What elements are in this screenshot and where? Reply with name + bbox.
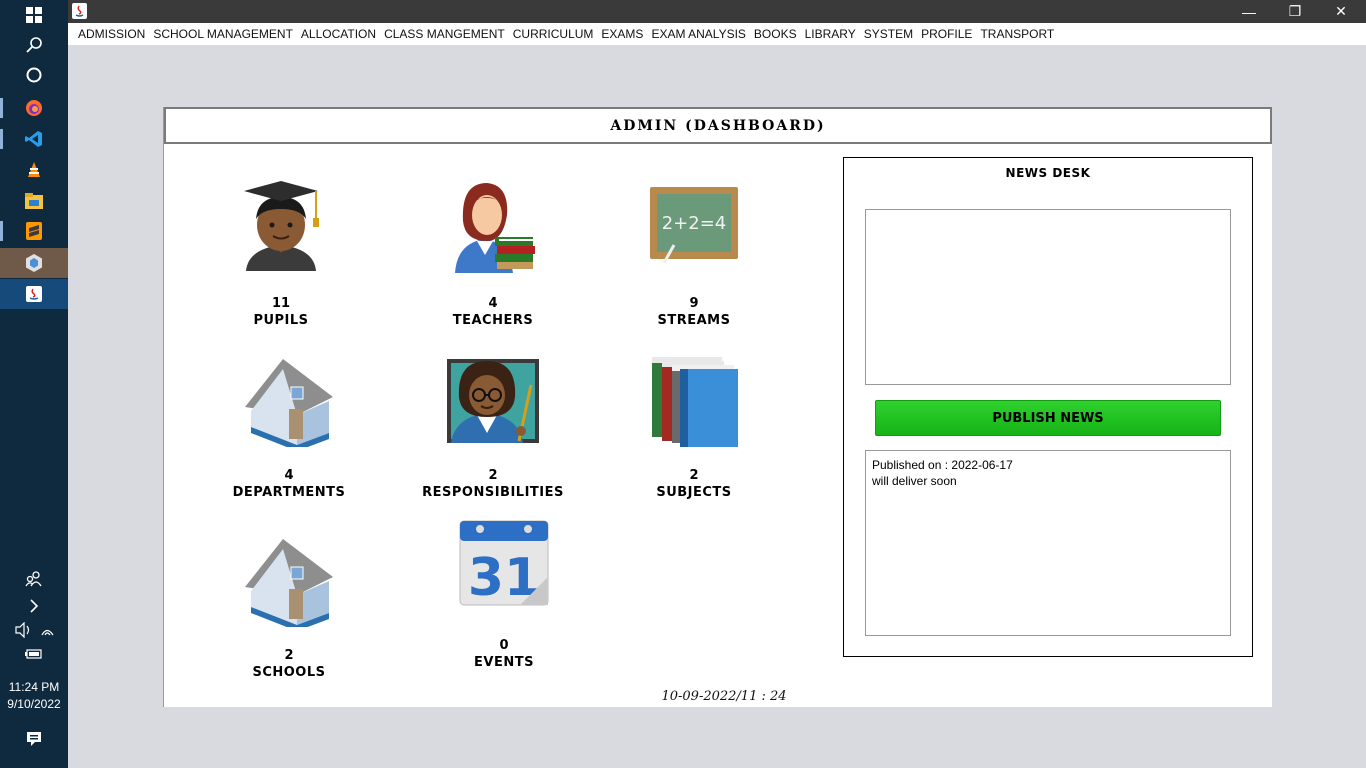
news-input[interactable]: [865, 209, 1231, 385]
menu-class-management[interactable]: CLASS MANGEMENT: [380, 27, 509, 41]
file-explorer-icon[interactable]: [0, 186, 68, 216]
taskbar: 11:24 PM 9/10/2022: [0, 0, 68, 768]
subjects-count: 2: [689, 468, 699, 483]
notification-icon[interactable]: [0, 724, 68, 754]
teachers-count: 4: [488, 296, 498, 311]
window-titlebar[interactable]: — ❐ ✕: [68, 0, 1366, 23]
pupils-count: 11: [271, 296, 291, 311]
responsibilities-label: RESPONSIBILITIES: [422, 485, 564, 500]
graduate-icon: [244, 181, 319, 271]
tile-streams[interactable]: 2+2=4 9 STREAMS: [594, 181, 794, 329]
subjects-label: SUBJECTS: [656, 485, 732, 500]
menu-system[interactable]: SYSTEM: [860, 27, 917, 41]
books-icon: [652, 357, 738, 447]
published-date: Published on : 2022-06-17: [872, 458, 1013, 472]
events-count: 0: [499, 638, 509, 653]
app-hexagon-icon[interactable]: [0, 248, 68, 278]
published-news-list[interactable]: Published on : 2022-06-17 will deliver s…: [865, 450, 1231, 636]
vscode-icon[interactable]: [0, 124, 68, 154]
tile-departments[interactable]: 4 DEPARTMENTS: [189, 357, 389, 501]
menu-bar: ADMISSION SCHOOL MANAGEMENT ALLOCATION C…: [68, 23, 1366, 45]
windows-start-icon[interactable]: [0, 0, 68, 30]
firefox-icon[interactable]: [0, 93, 68, 123]
house-icon: [245, 539, 333, 627]
dashboard-header: ADMIN (DASHBOARD): [164, 107, 1272, 144]
tile-subjects[interactable]: 2 SUBJECTS: [594, 357, 794, 501]
teachers-label: TEACHERS: [452, 313, 534, 328]
menu-transport[interactable]: TRANSPORT: [976, 27, 1058, 41]
teacher-icon: [455, 183, 535, 273]
house-icon: [245, 359, 333, 447]
dashboard-title: ADMIN (DASHBOARD): [610, 117, 826, 134]
news-desk-title: NEWS DESK: [1005, 166, 1091, 180]
battery-icon[interactable]: [0, 639, 68, 669]
clock-time: 11:24 PM: [8, 680, 60, 694]
minimize-button[interactable]: —: [1226, 0, 1272, 23]
cortana-icon[interactable]: [0, 60, 68, 90]
dashboard-panel: ADMIN (DASHBOARD) 11 PUPILS 4 TEACHERS 2…: [163, 107, 1272, 707]
restore-button[interactable]: ❐: [1272, 0, 1318, 23]
menu-library[interactable]: LIBRARY: [801, 27, 860, 41]
events-label: EVENTS: [474, 655, 534, 670]
java-app-icon[interactable]: [0, 279, 68, 309]
tile-pupils[interactable]: 11 PUPILS: [181, 181, 381, 329]
tile-teachers[interactable]: 4 TEACHERS: [393, 181, 593, 329]
schools-label: SCHOOLS: [252, 665, 326, 680]
tile-responsibilities[interactable]: 2 RESPONSIBILITIES: [393, 357, 593, 501]
chalkboard-text: 2+2=4: [662, 213, 727, 234]
search-icon[interactable]: [0, 30, 68, 60]
teacher-pointer-icon: [447, 359, 539, 443]
sublime-text-icon[interactable]: [0, 216, 68, 246]
clock-date: 9/10/2022: [7, 697, 61, 711]
streams-label: STREAMS: [657, 313, 731, 328]
calendar-icon: 31: [459, 520, 549, 607]
menu-exams[interactable]: EXAMS: [597, 27, 647, 41]
news-message: will deliver soon: [872, 474, 957, 488]
schools-count: 2: [284, 648, 294, 663]
close-button[interactable]: ✕: [1318, 0, 1364, 23]
departments-label: DEPARTMENTS: [232, 485, 346, 500]
menu-exam-analysis[interactable]: EXAM ANALYSIS: [647, 27, 749, 41]
news-desk-panel: NEWS DESK PUBLISH NEWS Published on : 20…: [843, 157, 1253, 657]
vlc-icon[interactable]: [0, 155, 68, 185]
system-clock[interactable]: 11:24 PM 9/10/2022: [0, 679, 68, 713]
tile-events[interactable]: 31 0 EVENTS: [404, 517, 604, 671]
publish-news-button[interactable]: PUBLISH NEWS: [875, 400, 1221, 436]
chalkboard-icon: 2+2=4: [650, 187, 738, 264]
menu-books[interactable]: BOOKS: [750, 27, 801, 41]
menu-allocation[interactable]: ALLOCATION: [297, 27, 380, 41]
menu-curriculum[interactable]: CURRICULUM: [509, 27, 598, 41]
pupils-label: PUPILS: [253, 313, 309, 328]
people-icon[interactable]: [0, 564, 68, 594]
menu-profile[interactable]: PROFILE: [917, 27, 976, 41]
departments-count: 4: [284, 468, 294, 483]
streams-count: 9: [689, 296, 699, 311]
menu-school-management[interactable]: SCHOOL MANAGEMENT: [149, 27, 297, 41]
datetime-label: 10-09-2022/11 : 24: [661, 689, 787, 704]
responsibilities-count: 2: [488, 468, 498, 483]
tile-schools[interactable]: 2 SCHOOLS: [189, 537, 389, 681]
menu-admission[interactable]: ADMISSION: [74, 27, 149, 41]
java-app-icon: [72, 3, 87, 19]
